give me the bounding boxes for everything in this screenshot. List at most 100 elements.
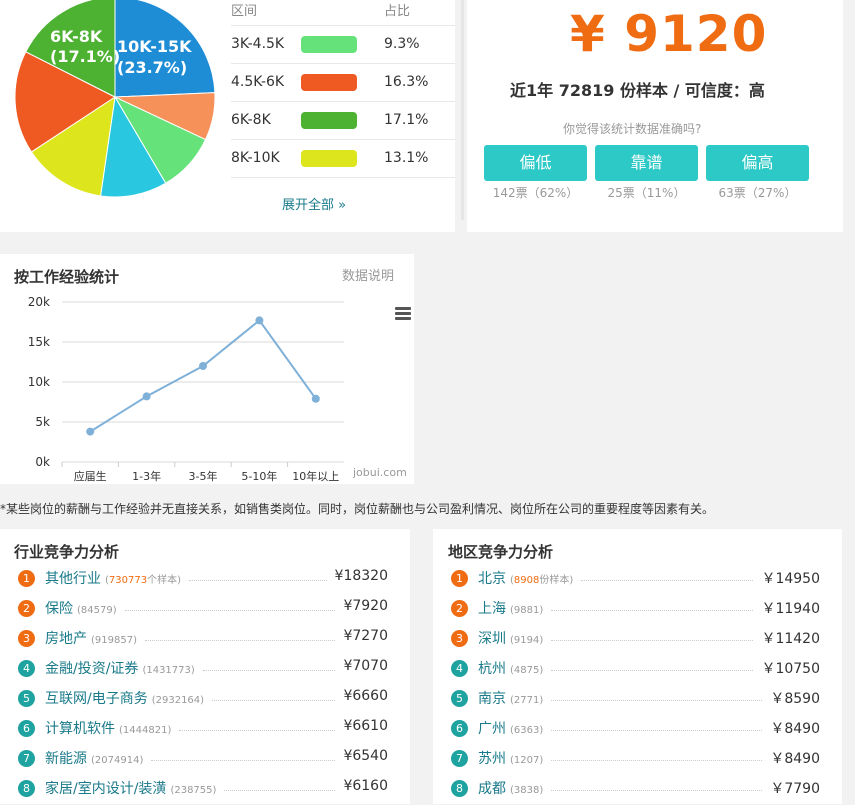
legend-row: 6K-8K 17.1% [231, 101, 455, 139]
data-point[interactable] [199, 362, 207, 370]
rank-name-text: 苏州 [478, 751, 506, 767]
region-name-link[interactable]: 杭州 (4875) [478, 658, 543, 678]
region-row: 2 上海 (9881) ￥11940 [433, 595, 842, 625]
dotted-leader [581, 580, 754, 581]
legend-header-range: 区间 [231, 4, 258, 19]
vote-high-button[interactable]: 偏高 [706, 145, 809, 181]
region-name-link[interactable]: 上海 (9881) [478, 598, 543, 618]
data-point[interactable] [311, 394, 320, 403]
experience-chart-title: 按工作经验统计 [14, 268, 120, 286]
rank-name-text: 房地产 [45, 631, 87, 647]
rank-badge: 2 [451, 600, 468, 617]
dotted-leader [551, 730, 763, 731]
rank-badge: 6 [18, 720, 35, 737]
legend-row: 4.5K-6K 16.3% [231, 63, 455, 101]
rank-name-text: 互联网/电子商务 [45, 691, 148, 707]
average-salary-value: ¥6660 [343, 688, 388, 704]
region-row: 3 深圳 (9194) ￥11420 [433, 625, 842, 655]
data-point[interactable] [142, 392, 151, 401]
y-tick-label: 20k [28, 295, 50, 309]
rank-name-text: 南京 [478, 691, 506, 707]
region-row: 4 杭州 (4875) ￥10750 [433, 655, 842, 685]
industry-name-link[interactable]: 互联网/电子商务 (2932164) [45, 688, 204, 708]
accuracy-question: 你觉得该统计数据准确吗? [563, 122, 702, 136]
dotted-leader [551, 640, 754, 641]
average-salary-value: ¥6160 [343, 778, 388, 794]
watermark-text: jobui.com [353, 466, 407, 479]
dotted-leader [144, 640, 336, 641]
data-note-link[interactable]: 数据说明 [342, 265, 394, 284]
sample-count: (8908份样本) [510, 575, 574, 586]
rank-name-text: 杭州 [478, 661, 506, 677]
dotted-leader [551, 610, 754, 611]
vote-low-count: 142票（62%） [492, 186, 579, 200]
rank-name-text: 成都 [478, 781, 506, 797]
legend-swatch [301, 74, 357, 91]
sample-count: (2771) [510, 695, 544, 706]
experience-series-line [89, 318, 317, 433]
region-name-link[interactable]: 深圳 (9194) [478, 628, 543, 648]
dotted-leader [124, 610, 336, 611]
average-salary-value: ¥7920 [343, 598, 388, 614]
industry-name-link[interactable]: 金融/投资/证券 (1431773) [45, 658, 195, 678]
legend-pct: 17.1% [384, 112, 429, 128]
data-point[interactable] [255, 316, 264, 325]
sample-count: (6363) [510, 725, 544, 736]
legend-swatch [301, 112, 357, 129]
region-row: 8 成都 (3838) ￥7790 [433, 775, 842, 805]
region-name-link[interactable]: 成都 (3838) [478, 778, 543, 798]
region-row: 1 北京 (8908份样本) ￥14950 [433, 565, 842, 595]
panel-divider [461, 0, 464, 220]
region-title: 地区竞争力分析 [448, 543, 554, 561]
data-point[interactable] [86, 427, 95, 436]
industry-name-link[interactable]: 保险 (84579) [45, 598, 117, 618]
sample-count: (238755) [170, 785, 217, 796]
region-name-link[interactable]: 苏州 (1207) [478, 748, 543, 768]
average-salary-value: ￥11420 [761, 631, 820, 647]
rank-badge: 1 [451, 570, 468, 587]
legend-row: 3K-4.5K 9.3% [231, 25, 455, 63]
legend-header-pct: 占比 [384, 4, 411, 19]
rank-name-text: 广州 [478, 721, 506, 737]
industry-name-link[interactable]: 家居/室内设计/装潢 (238755) [45, 778, 216, 798]
rank-badge: 4 [18, 660, 35, 677]
vote-low-button[interactable]: 偏低 [484, 145, 587, 181]
dotted-leader [151, 760, 336, 761]
rank-name-text: 家居/室内设计/装潢 [45, 781, 167, 797]
sample-count: (84579) [77, 605, 117, 616]
experience-line-chart: 0k 5k 10k 15k 20k 应届生 1-3年 3-5年 5-10年 10年以上 [28, 295, 344, 483]
industry-title: 行业竞争力分析 [14, 543, 120, 561]
average-salary-value: ¥6610 [343, 718, 388, 734]
industry-name-link[interactable]: 其他行业 (730773个样本) [45, 568, 181, 588]
industry-name-link[interactable]: 计算机软件 (1444821) [45, 718, 171, 738]
dotted-leader [179, 730, 336, 731]
region-row: 5 南京 (2771) ￥8590 [433, 685, 842, 715]
pie-label-pct: (17.1%) [50, 47, 120, 66]
rank-badge: 7 [18, 750, 35, 767]
industry-name-link[interactable]: 房地产 (919857) [45, 628, 137, 648]
average-salary-value: ¥6540 [343, 748, 388, 764]
legend-range: 4.5K-6K [231, 74, 285, 90]
expand-all-link[interactable]: 展开全部 » [282, 194, 346, 213]
industry-row: 5 互联网/电子商务 (2932164) ¥6660 [0, 685, 410, 715]
legend-range: 6K-8K [231, 112, 271, 128]
region-name-link[interactable]: 广州 (6363) [478, 718, 543, 738]
x-tick-label: 应届生 [74, 469, 107, 483]
industry-name-link[interactable]: 新能源 (2074914) [45, 748, 143, 768]
rank-name-text: 金融/投资/证券 [45, 661, 139, 677]
rank-badge: 2 [18, 600, 35, 617]
rank-badge: 1 [18, 570, 35, 587]
dotted-leader [551, 790, 763, 791]
region-name-link[interactable]: 北京 (8908份样本) [478, 568, 573, 588]
vote-accurate-button[interactable]: 靠谱 [595, 145, 698, 181]
sample-count: (2074914) [91, 755, 144, 766]
region-name-link[interactable]: 南京 (2771) [478, 688, 543, 708]
rank-badge: 8 [451, 780, 468, 797]
sample-count: (1431773) [142, 665, 195, 676]
region-row: 7 苏州 (1207) ￥8490 [433, 745, 842, 775]
rank-badge: 5 [18, 690, 35, 707]
sample-count: (9881) [510, 605, 544, 616]
dotted-leader [202, 670, 336, 671]
average-salary-value: ￥8490 [770, 751, 820, 767]
y-tick-label: 0k [35, 455, 50, 469]
